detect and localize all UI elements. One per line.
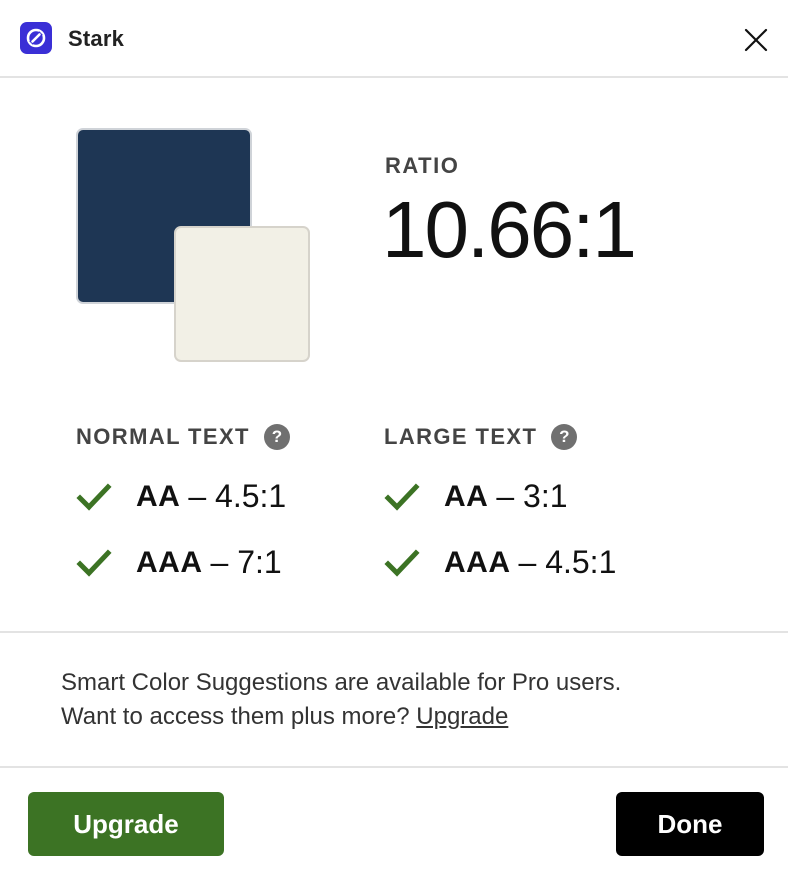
- promo-line-2-text: Want to access them plus more?: [61, 703, 410, 730]
- large-text-title: LARGE TEXT: [384, 424, 538, 449]
- check-icon: [76, 482, 112, 511]
- normal-text-title: NORMAL TEXT: [76, 424, 250, 449]
- title-bar: Stark: [0, 0, 788, 78]
- level-label: AAA: [136, 545, 203, 579]
- level-label: AA: [444, 479, 489, 513]
- threshold-value: – 3:1: [496, 478, 568, 514]
- stark-logo-icon: [20, 22, 52, 54]
- threshold-value: – 7:1: [210, 544, 282, 580]
- large-aa-check: AA – 3:1: [384, 478, 568, 515]
- promo-line-2: Want to access them plus more? Upgrade: [61, 700, 741, 734]
- check-icon: [384, 548, 420, 577]
- level-label: AAA: [444, 545, 511, 579]
- level-label: AA: [136, 479, 181, 513]
- close-icon[interactable]: [740, 24, 772, 56]
- normal-aaa-check: AAA – 7:1: [76, 544, 282, 581]
- app-title: Stark: [68, 26, 125, 51]
- normal-aa-check: AA – 4.5:1: [76, 478, 286, 515]
- help-icon[interactable]: ?: [263, 424, 290, 450]
- upgrade-link[interactable]: Upgrade: [416, 703, 508, 730]
- foreground-color-swatch[interactable]: [174, 226, 310, 362]
- divider: [0, 631, 788, 633]
- normal-text-section: NORMAL TEXT ? AA – 4.5:1 AAA – 7:1: [76, 422, 290, 580]
- large-aaa-check: AAA – 4.5:1: [384, 544, 616, 581]
- check-icon: [384, 482, 420, 511]
- ratio-label: RATIO: [385, 153, 460, 178]
- ratio-value: 10.66:1: [382, 185, 637, 274]
- pro-promo-text: Smart Color Suggestions are available fo…: [61, 666, 741, 734]
- help-icon[interactable]: ?: [551, 424, 578, 450]
- threshold-value: – 4.5:1: [188, 478, 287, 514]
- done-button[interactable]: Done: [616, 792, 764, 856]
- upgrade-button[interactable]: Upgrade: [28, 792, 224, 856]
- large-text-section: LARGE TEXT ? AA – 3:1 AAA – 4.5:1: [384, 422, 616, 580]
- divider: [0, 766, 788, 768]
- promo-line-1: Smart Color Suggestions are available fo…: [61, 669, 622, 696]
- check-icon: [76, 548, 112, 577]
- threshold-value: – 4.5:1: [518, 544, 617, 580]
